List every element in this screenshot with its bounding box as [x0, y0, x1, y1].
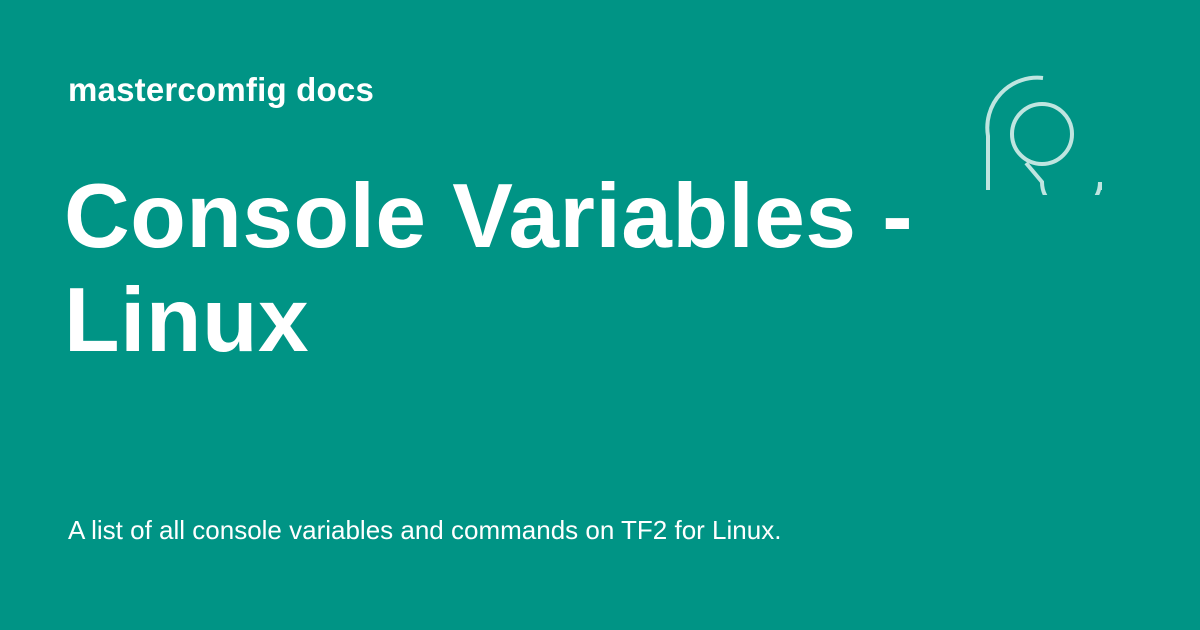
site-name: mastercomfig docs — [68, 71, 374, 108]
page-title: Console Variables - Linux — [64, 166, 914, 371]
logo-hook — [1024, 161, 1102, 195]
logo-inner-circle — [1010, 102, 1074, 166]
logo-graphic — [985, 75, 1102, 195]
social-card: mastercomfig docs Console Variables - Li… — [0, 0, 1200, 630]
page-description: A list of all console variables and comm… — [68, 515, 782, 545]
mastercomfig-logo-icon — [980, 70, 1110, 195]
